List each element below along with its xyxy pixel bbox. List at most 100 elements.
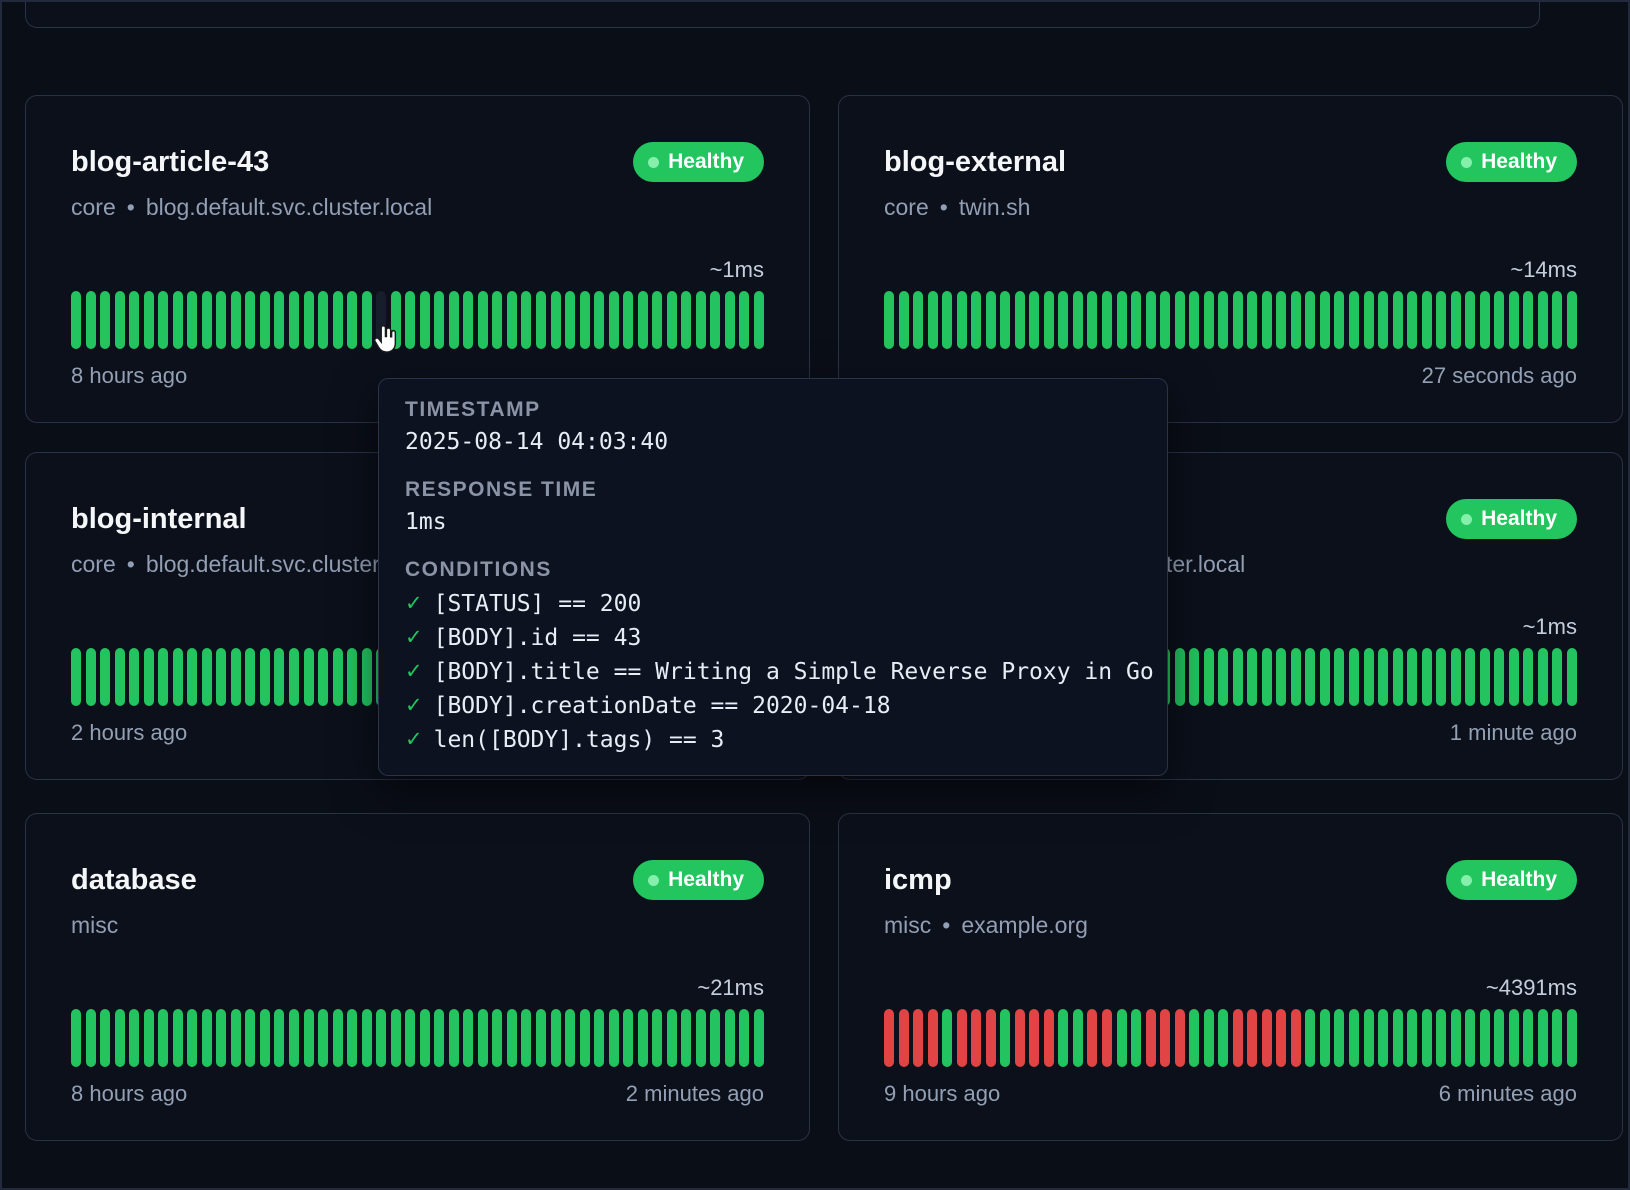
uptime-bar[interactable] bbox=[1175, 291, 1185, 349]
uptime-bar[interactable] bbox=[899, 1009, 909, 1067]
uptime-bar[interactable] bbox=[144, 1009, 154, 1067]
service-card-icmp[interactable]: icmp Healthy misc•example.org ~4391ms 9 … bbox=[838, 813, 1623, 1141]
uptime-bar[interactable] bbox=[1364, 648, 1374, 706]
uptime-bar[interactable] bbox=[1334, 291, 1344, 349]
uptime-bar[interactable] bbox=[463, 1009, 473, 1067]
uptime-bar[interactable] bbox=[1320, 1009, 1330, 1067]
uptime-bar[interactable] bbox=[333, 291, 343, 349]
uptime-bar[interactable] bbox=[1451, 291, 1461, 349]
uptime-bar[interactable] bbox=[623, 1009, 633, 1067]
uptime-bar[interactable] bbox=[347, 291, 357, 349]
uptime-bar[interactable] bbox=[304, 1009, 314, 1067]
uptime-bar[interactable] bbox=[449, 1009, 459, 1067]
uptime-bar[interactable] bbox=[1218, 291, 1228, 349]
uptime-bar[interactable] bbox=[231, 648, 241, 706]
uptime-bar[interactable] bbox=[1509, 291, 1519, 349]
uptime-bar[interactable] bbox=[667, 1009, 677, 1067]
uptime-bar[interactable] bbox=[1015, 291, 1025, 349]
uptime-bar[interactable] bbox=[216, 648, 226, 706]
uptime-bar[interactable] bbox=[289, 648, 299, 706]
uptime-bar[interactable] bbox=[652, 291, 662, 349]
uptime-bar[interactable] bbox=[1218, 648, 1228, 706]
uptime-bar[interactable] bbox=[971, 1009, 981, 1067]
uptime-bar[interactable] bbox=[667, 291, 677, 349]
uptime-bar[interactable] bbox=[1334, 648, 1344, 706]
uptime-bar[interactable] bbox=[173, 648, 183, 706]
uptime-bar[interactable] bbox=[1465, 291, 1475, 349]
uptime-bar[interactable] bbox=[1393, 648, 1403, 706]
uptime-bar[interactable] bbox=[115, 1009, 125, 1067]
uptime-bar[interactable] bbox=[1131, 1009, 1141, 1067]
uptime-bar[interactable] bbox=[942, 1009, 952, 1067]
uptime-bar[interactable] bbox=[100, 1009, 110, 1067]
uptime-bar[interactable] bbox=[1378, 1009, 1388, 1067]
uptime-bar[interactable] bbox=[391, 1009, 401, 1067]
uptime-bar[interactable] bbox=[71, 1009, 81, 1067]
uptime-bar[interactable] bbox=[1494, 648, 1504, 706]
uptime-bar[interactable] bbox=[1349, 648, 1359, 706]
uptime-bar[interactable] bbox=[1204, 1009, 1214, 1067]
uptime-bar[interactable] bbox=[754, 1009, 764, 1067]
uptime-bar[interactable] bbox=[1276, 1009, 1286, 1067]
uptime-bar[interactable] bbox=[1218, 1009, 1228, 1067]
uptime-bar[interactable] bbox=[1480, 1009, 1490, 1067]
uptime-bar[interactable] bbox=[521, 1009, 531, 1067]
previous-card-partial[interactable] bbox=[25, 0, 1540, 28]
uptime-bar[interactable] bbox=[1567, 1009, 1577, 1067]
service-card-blog-external[interactable]: blog-external Healthy core•twin.sh ~14ms… bbox=[838, 95, 1623, 423]
uptime-bar[interactable] bbox=[1509, 648, 1519, 706]
uptime-bar[interactable] bbox=[681, 291, 691, 349]
uptime-bar[interactable] bbox=[565, 1009, 575, 1067]
uptime-bar[interactable] bbox=[1349, 291, 1359, 349]
uptime-bar[interactable] bbox=[1407, 648, 1417, 706]
uptime-bar[interactable] bbox=[362, 648, 372, 706]
uptime-bar[interactable] bbox=[304, 648, 314, 706]
uptime-bar[interactable] bbox=[347, 1009, 357, 1067]
uptime-bar[interactable] bbox=[1407, 1009, 1417, 1067]
uptime-bar[interactable] bbox=[158, 291, 168, 349]
uptime-bar[interactable] bbox=[1015, 1009, 1025, 1067]
uptime-bar[interactable] bbox=[274, 648, 284, 706]
uptime-bar[interactable] bbox=[71, 648, 81, 706]
uptime-bar[interactable] bbox=[1058, 291, 1068, 349]
uptime-bar[interactable] bbox=[957, 291, 967, 349]
uptime-bar[interactable] bbox=[725, 1009, 735, 1067]
uptime-bar[interactable] bbox=[1058, 1009, 1068, 1067]
uptime-bar[interactable] bbox=[1480, 291, 1490, 349]
uptime-bar[interactable] bbox=[928, 1009, 938, 1067]
uptime-bar[interactable] bbox=[1538, 1009, 1548, 1067]
uptime-bar[interactable] bbox=[1117, 291, 1127, 349]
uptime-bar[interactable] bbox=[1465, 648, 1475, 706]
uptime-bar[interactable] bbox=[1189, 291, 1199, 349]
uptime-bar[interactable] bbox=[173, 1009, 183, 1067]
uptime-bar[interactable] bbox=[913, 1009, 923, 1067]
uptime-bar[interactable] bbox=[710, 1009, 720, 1067]
uptime-bar[interactable] bbox=[187, 1009, 197, 1067]
uptime-bar[interactable] bbox=[594, 1009, 604, 1067]
uptime-bar[interactable] bbox=[187, 291, 197, 349]
uptime-bar[interactable] bbox=[710, 291, 720, 349]
uptime-bar[interactable] bbox=[449, 291, 459, 349]
uptime-bar[interactable] bbox=[957, 1009, 967, 1067]
uptime-bar[interactable] bbox=[362, 291, 372, 349]
uptime-bar[interactable] bbox=[1422, 291, 1432, 349]
uptime-bar[interactable] bbox=[1422, 1009, 1432, 1067]
uptime-bar[interactable] bbox=[1422, 648, 1432, 706]
uptime-bar[interactable] bbox=[1029, 291, 1039, 349]
uptime-bar[interactable] bbox=[739, 1009, 749, 1067]
uptime-bar[interactable] bbox=[609, 1009, 619, 1067]
uptime-bar[interactable] bbox=[1233, 648, 1243, 706]
uptime-bar[interactable] bbox=[376, 1009, 386, 1067]
uptime-bar[interactable] bbox=[638, 291, 648, 349]
uptime-bar[interactable] bbox=[1073, 291, 1083, 349]
uptime-bar[interactable] bbox=[1407, 291, 1417, 349]
uptime-bar[interactable] bbox=[1291, 291, 1301, 349]
uptime-bar[interactable] bbox=[1567, 291, 1577, 349]
uptime-bar[interactable] bbox=[1291, 1009, 1301, 1067]
uptime-bar[interactable] bbox=[551, 1009, 561, 1067]
uptime-bar[interactable] bbox=[347, 648, 357, 706]
uptime-bar[interactable] bbox=[1146, 1009, 1156, 1067]
uptime-bar[interactable] bbox=[1175, 1009, 1185, 1067]
uptime-bar[interactable] bbox=[1393, 1009, 1403, 1067]
uptime-bar[interactable] bbox=[1276, 648, 1286, 706]
